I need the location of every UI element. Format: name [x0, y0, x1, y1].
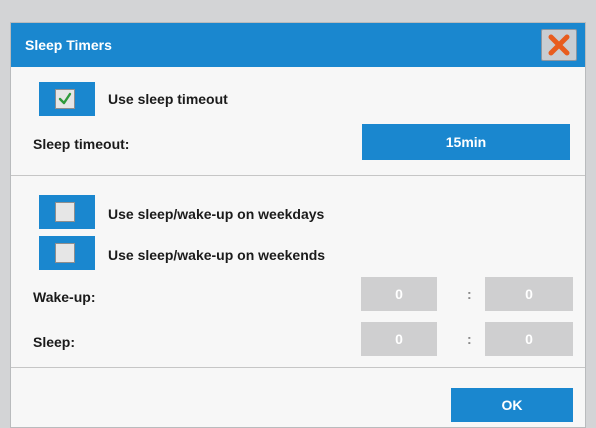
use-sleep-timeout-checkbox[interactable] — [39, 82, 95, 116]
time-separator: : — [467, 286, 472, 302]
sleep-minute-field[interactable]: 0 — [485, 322, 573, 356]
weekdays-checkbox[interactable] — [39, 195, 95, 229]
dialog-titlebar: Sleep Timers — [11, 23, 585, 67]
wakeup-label: Wake-up: — [33, 289, 96, 305]
weekdays-label: Use sleep/wake-up on weekdays — [108, 206, 325, 222]
sleep-timeout-selector[interactable]: 15min — [362, 124, 570, 160]
time-separator: : — [467, 331, 472, 347]
checkbox-box — [55, 89, 75, 109]
checkbox-box — [55, 202, 75, 222]
section-divider — [11, 175, 585, 176]
checkbox-box — [55, 243, 75, 263]
sleep-hour-field[interactable]: 0 — [361, 322, 437, 356]
weekends-label: Use sleep/wake-up on weekends — [108, 247, 326, 263]
wakeup-hour-field[interactable]: 0 — [361, 277, 437, 311]
footer-divider — [11, 367, 585, 368]
wakeup-minute-field[interactable]: 0 — [485, 277, 573, 311]
sleep-timeout-label: Sleep timeout: — [33, 136, 130, 152]
use-sleep-timeout-label: Use sleep timeout — [108, 91, 228, 107]
sleep-label: Sleep: — [33, 334, 76, 350]
checkmark-icon — [58, 92, 72, 105]
sleep-timers-dialog: Sleep Timers Use sleep timeout Sleep tim… — [10, 22, 586, 428]
dialog-title: Sleep Timers — [25, 37, 112, 53]
close-x-icon — [548, 34, 570, 56]
close-button[interactable] — [541, 29, 577, 61]
ok-button[interactable]: OK — [451, 388, 573, 422]
weekends-checkbox[interactable] — [39, 236, 95, 270]
